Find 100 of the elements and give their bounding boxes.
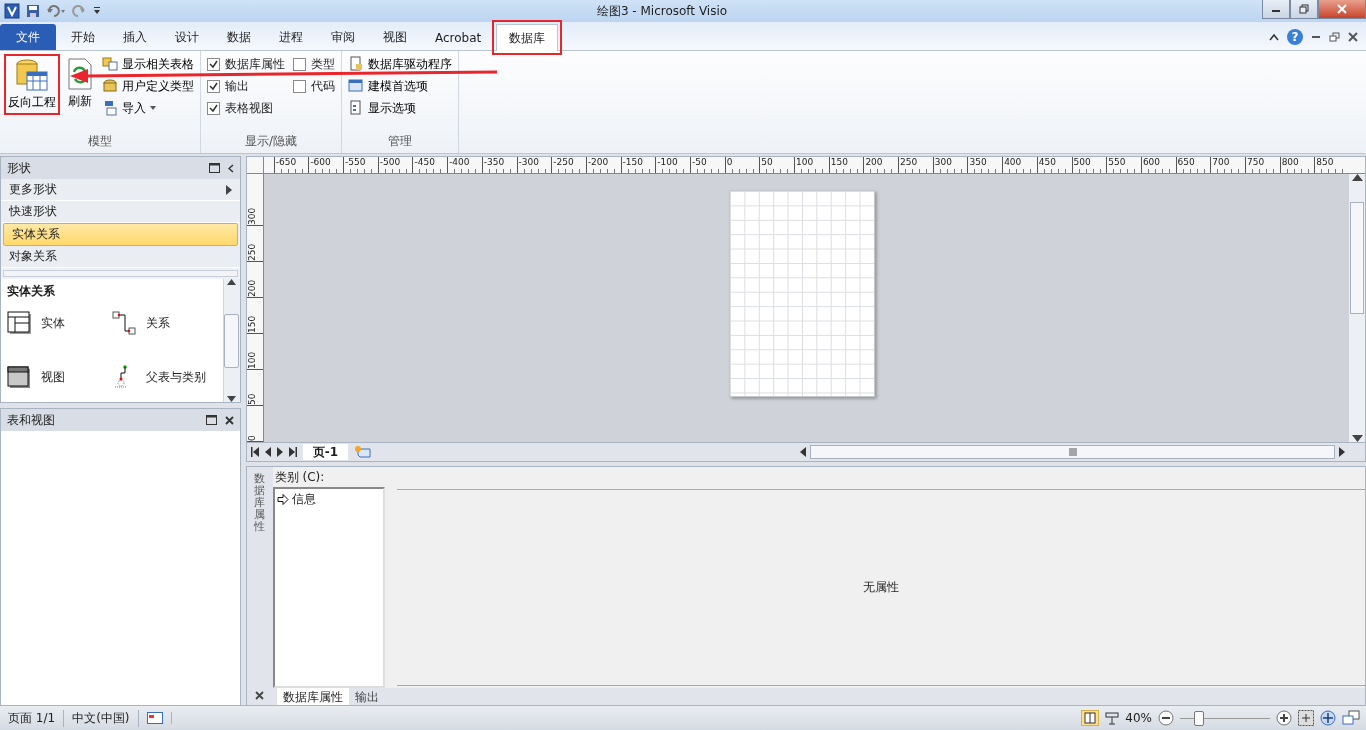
ribbon-button[interactable]: 显示相关表格	[100, 54, 196, 74]
help-button[interactable]: ?	[1287, 29, 1303, 45]
scroll-thumb[interactable]	[1350, 202, 1364, 314]
ribbon-button[interactable]: 建模首选项	[346, 76, 454, 96]
shape-label[interactable]: 视图	[41, 368, 65, 386]
panel-title: 表和视图	[7, 411, 56, 429]
language-indicator[interactable]: 中文(中国)	[64, 709, 139, 727]
file-tab[interactable]: 文件	[0, 24, 56, 50]
window-tab[interactable]: 数据库属性	[276, 688, 349, 706]
zoom-slider[interactable]	[1194, 710, 1204, 726]
collapse-icon[interactable]	[227, 163, 234, 173]
ribbon-tab[interactable]: 数据	[214, 24, 264, 50]
restore-button[interactable]	[1290, 0, 1318, 19]
database-table-icon	[15, 58, 49, 92]
ruler-label: 50	[246, 392, 257, 405]
ruler-label: 100	[246, 350, 257, 369]
empty-message: 无属性	[862, 579, 899, 596]
group-label: 管理	[387, 133, 413, 150]
list-item[interactable]: 信息	[291, 491, 316, 508]
first-page-icon[interactable]	[250, 447, 259, 457]
zoom-in-icon[interactable]	[1276, 710, 1292, 726]
save-icon[interactable]	[26, 4, 40, 18]
category-list[interactable]: 信息	[272, 487, 385, 688]
checkbox[interactable]: 输出	[205, 76, 287, 96]
close-icon[interactable]	[255, 691, 265, 700]
zoom-out-icon[interactable]	[1158, 710, 1174, 726]
ribbon-button[interactable]: 数据库驱动程序	[346, 54, 454, 74]
scroll-thumb[interactable]	[224, 313, 240, 368]
shape-label[interactable]: 实体	[41, 314, 65, 332]
stencil-item[interactable]: 快速形状	[1, 201, 240, 223]
panel-title: 形状	[7, 159, 32, 177]
macro-icon[interactable]	[146, 712, 163, 724]
table-shape-icon[interactable]	[7, 311, 33, 335]
ribbon-button[interactable]: 导入	[100, 98, 196, 118]
pan-zoom-icon[interactable]	[1320, 710, 1336, 726]
restore-icon[interactable]	[1329, 32, 1340, 42]
shape-label[interactable]: 父表与类别	[145, 368, 206, 386]
ruler-label: 150	[246, 314, 257, 333]
scroll-right-icon[interactable]	[1339, 447, 1345, 457]
scroll-left-icon[interactable]	[800, 447, 806, 457]
close-icon	[1336, 4, 1348, 14]
presentation-icon[interactable]	[1105, 711, 1120, 725]
next-page-icon[interactable]	[276, 447, 283, 457]
ribbon-tab[interactable]: Acrobat	[422, 24, 495, 50]
minimize-icon[interactable]	[1311, 33, 1321, 41]
zoom-level[interactable]: 40%	[1125, 711, 1152, 725]
maximize-icon[interactable]	[208, 163, 220, 173]
ribbon-tab[interactable]: 进程	[266, 24, 316, 50]
checkmark-icon	[209, 81, 218, 91]
stencil-title: 实体关系	[7, 283, 56, 300]
collapse-ribbon-icon[interactable]	[1269, 33, 1279, 41]
minimize-button[interactable]	[1262, 0, 1290, 19]
checkbox[interactable]: 表格视图	[205, 98, 287, 118]
field-label: 类别 (C):	[273, 469, 326, 486]
page-tab[interactable]: 页-1	[302, 444, 349, 460]
menu-item[interactable]: 更多形状	[9, 181, 57, 198]
checkbox[interactable]: 数据库属性	[205, 54, 287, 74]
group-label: 显示/隐藏	[243, 133, 298, 150]
ribbon-tab[interactable]: 审阅	[318, 24, 368, 50]
ribbon-tab[interactable]: 设计	[162, 24, 212, 50]
switch-windows-icon[interactable]	[1342, 710, 1360, 726]
page-number[interactable]: 页面 1/1	[0, 709, 65, 727]
window-title: 数据库属性	[254, 473, 266, 534]
close-icon[interactable]	[224, 415, 234, 425]
fit-page-icon[interactable]	[1298, 710, 1314, 726]
stencil-item[interactable]: 实体关系	[3, 223, 238, 246]
close-icon[interactable]	[1348, 32, 1358, 42]
scroll-down-icon[interactable]	[227, 396, 237, 402]
normal-view-icon[interactable]	[1081, 710, 1100, 726]
connector-icon[interactable]	[111, 311, 138, 335]
checkbox[interactable]: 代码	[291, 76, 337, 96]
scroll-up-icon[interactable]	[227, 279, 237, 285]
window-title: 绘图3 - Microsoft Visio	[595, 2, 729, 20]
submenu-arrow-icon	[225, 184, 232, 195]
scrollbar[interactable]	[1349, 174, 1365, 442]
ribbon-tab[interactable]: 开始	[58, 24, 108, 50]
scrollbar[interactable]	[222, 279, 240, 402]
ribbon-tab[interactable]: 视图	[370, 24, 420, 50]
grip-icon	[1068, 448, 1077, 456]
stencil-item[interactable]: 对象关系	[1, 246, 240, 268]
restore-icon	[1299, 4, 1309, 14]
ribbon-button[interactable]: 用户定义类型	[100, 76, 196, 96]
undo-icon[interactable]	[46, 4, 66, 18]
scroll-thumb[interactable]	[810, 445, 1335, 459]
ribbon-tab[interactable]: 插入	[110, 24, 160, 50]
close-button[interactable]	[1318, 0, 1366, 19]
group-label: 模型	[87, 133, 113, 150]
ribbon-button[interactable]: 反向工程	[4, 54, 60, 115]
ribbon-button[interactable]: 显示选项	[346, 98, 454, 118]
app-logo-icon[interactable]	[4, 3, 20, 19]
ruler-label: 300	[246, 206, 257, 225]
previous-page-icon[interactable]	[264, 447, 271, 457]
shape-label[interactable]: 关系	[145, 314, 170, 332]
ruler-label: 0	[246, 434, 257, 441]
ruler-label: 250	[246, 242, 257, 261]
view-shape-icon[interactable]	[7, 365, 33, 389]
checkmark-icon	[209, 103, 218, 113]
last-page-icon[interactable]	[288, 447, 297, 457]
maximize-icon[interactable]	[205, 415, 217, 425]
checkbox[interactable]: 类型	[291, 54, 337, 74]
